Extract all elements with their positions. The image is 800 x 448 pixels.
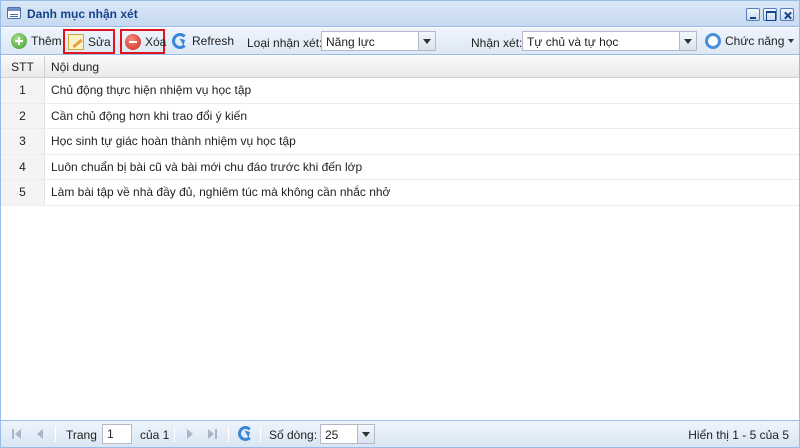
table-row[interactable]: 3 Học sinh tự giác hoàn thành nhiệm vụ h… xyxy=(1,129,799,155)
edit-icon xyxy=(68,33,84,50)
close-icon[interactable] xyxy=(780,8,794,21)
window-title: Danh mục nhận xét xyxy=(27,7,138,21)
comment-category-window: Danh mục nhận xét Thêm Sửa Xóa Refresh L… xyxy=(0,0,800,448)
caret-down-icon xyxy=(788,39,795,43)
rows-per-page-select[interactable]: 25 xyxy=(320,424,375,444)
chevron-down-icon[interactable] xyxy=(418,32,435,50)
refresh-button-label: Refresh xyxy=(192,34,235,48)
rows-per-page-value: 25 xyxy=(325,428,339,442)
page-count-label: của 1 xyxy=(140,428,170,442)
row-number: 2 xyxy=(1,103,45,128)
comment-select[interactable]: Tự chủ và tự học xyxy=(522,31,697,51)
window-icon xyxy=(7,7,21,19)
chevron-down-icon[interactable] xyxy=(679,32,696,50)
window-titlebar: Danh mục nhận xét xyxy=(1,1,799,27)
row-number: 1 xyxy=(1,78,45,103)
refresh-button[interactable]: Refresh xyxy=(169,30,237,52)
delete-button[interactable]: Xóa xyxy=(120,29,167,54)
category-select-value: Năng lực xyxy=(326,35,375,49)
separator xyxy=(55,426,56,442)
row-number: 3 xyxy=(1,129,45,154)
functions-button[interactable]: Chức năng xyxy=(702,30,797,52)
column-header-content[interactable]: Nội dung xyxy=(51,56,99,78)
prev-page-icon[interactable] xyxy=(34,428,46,440)
table-row[interactable]: 5 Làm bài tập về nhà đầy đủ, nghiêm túc … xyxy=(1,180,799,206)
toolbar: Thêm Sửa Xóa Refresh Loại nhận xét: Năng… xyxy=(1,28,799,55)
grid-body: 1 Chủ động thực hiện nhiệm vụ học tập 2 … xyxy=(1,78,799,206)
separator xyxy=(260,426,261,442)
category-label: Loại nhận xét: xyxy=(247,36,323,50)
table-row[interactable]: 4 Luôn chuẩn bị bài cũ và bài mới chu đá… xyxy=(1,154,799,180)
separator xyxy=(174,426,175,442)
refresh-icon xyxy=(172,33,188,49)
add-button[interactable]: Thêm xyxy=(8,30,65,52)
category-select[interactable]: Năng lực xyxy=(321,31,436,51)
row-content: Luôn chuẩn bị bài cũ và bài mới chu đáo … xyxy=(51,159,363,174)
first-page-icon[interactable] xyxy=(11,428,23,440)
refresh-icon[interactable] xyxy=(238,426,253,441)
grid-header: STT Nội dung xyxy=(1,56,799,78)
row-number: 5 xyxy=(1,180,45,205)
row-content: Chủ động thực hiện nhiệm vụ học tập xyxy=(51,83,252,97)
maximize-icon[interactable] xyxy=(763,8,777,21)
edit-button[interactable]: Sửa xyxy=(63,29,115,54)
functions-button-label: Chức năng xyxy=(725,34,785,48)
row-content: Học sinh tự giác hoàn thành nhiệm vụ học… xyxy=(51,134,296,148)
table-row[interactable]: 2 Cần chủ động hơn khi trao đổi ý kiến xyxy=(1,103,799,129)
delete-button-label: Xóa xyxy=(145,34,167,49)
delete-icon xyxy=(125,33,141,50)
comment-label: Nhận xét: xyxy=(471,36,523,50)
last-page-icon[interactable] xyxy=(207,428,219,440)
add-button-label: Thêm xyxy=(31,34,62,48)
column-header-stt[interactable]: STT xyxy=(1,56,45,78)
paging-toolbar: Trang 1 của 1 Số dòng: 25 Hiển thị 1 - 5… xyxy=(1,420,799,447)
add-icon xyxy=(11,33,27,49)
paging-summary: Hiển thị 1 - 5 của 5 xyxy=(688,428,789,442)
row-content: Cần chủ động hơn khi trao đổi ý kiến xyxy=(51,108,247,123)
edit-button-label: Sửa xyxy=(88,34,111,49)
row-number: 4 xyxy=(1,154,45,179)
functions-icon xyxy=(705,33,721,49)
comment-select-value: Tự chủ và tự học xyxy=(527,35,619,49)
page-label: Trang xyxy=(66,428,97,442)
minimize-icon[interactable] xyxy=(746,8,760,21)
row-content: Làm bài tập về nhà đầy đủ, nghiêm túc mà… xyxy=(51,185,391,199)
table-row[interactable]: 1 Chủ động thực hiện nhiệm vụ học tập xyxy=(1,78,799,104)
rows-per-page-label: Số dòng: xyxy=(269,428,318,442)
separator xyxy=(228,426,229,442)
chevron-down-icon[interactable] xyxy=(357,425,374,443)
page-number-input[interactable]: 1 xyxy=(102,424,132,444)
next-page-icon[interactable] xyxy=(184,428,196,440)
